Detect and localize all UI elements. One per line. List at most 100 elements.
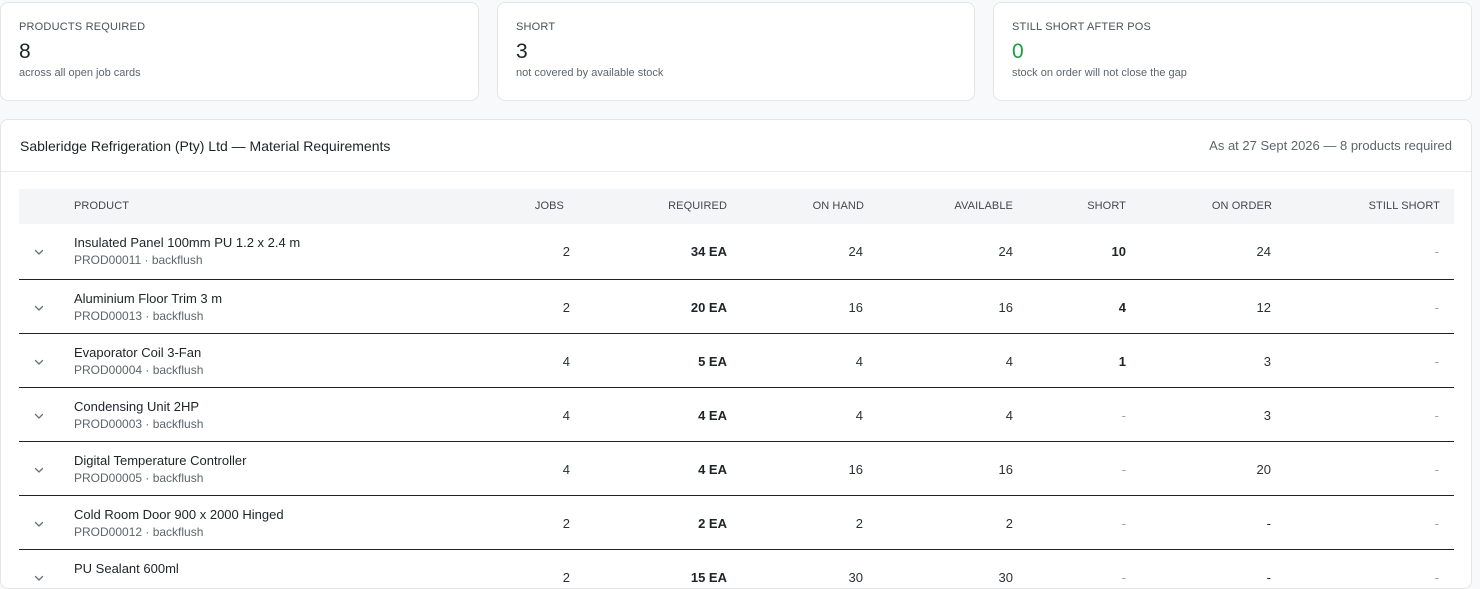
table-body: Insulated Panel 100mm PU 1.2 x 2.4 m PRO… [19,224,1454,588]
product-name[interactable]: Insulated Panel 100mm PU 1.2 x 2.4 m [74,235,300,250]
table-row[interactable]: Evaporator Coil 3-Fan PROD00004 · backfl… [19,334,1454,388]
on-hand-cell: 16 [848,462,863,477]
product-code: PROD00013 · backflush [74,309,204,323]
available-cell: 30 [998,570,1013,585]
stat-card-still-short-after-pos: STILL SHORT AFTER POS 0 stock on order w… [993,2,1472,101]
column-header-available[interactable]: AVAILABLE [919,200,1013,212]
still-short-cell: - [1434,300,1439,315]
panel-meta: As at 27 Sept 2026 — 8 products required [1209,138,1452,153]
jobs-cell: 2 [562,244,570,259]
product-code: PROD00011 · backflush [74,253,203,267]
product-name[interactable]: Aluminium Floor Trim 3 m [74,291,222,306]
chevron-down-icon[interactable] [33,356,45,368]
chevron-down-icon[interactable] [33,572,45,584]
still-short-cell: - [1434,354,1439,369]
available-cell: 16 [998,300,1013,315]
table-row[interactable]: Aluminium Floor Trim 3 m PROD00013 · bac… [19,280,1454,334]
available-cell: 24 [998,244,1013,259]
product-code: PROD00004 · backflush [74,363,204,377]
summary-stats: PRODUCTS REQUIRED 8 across all open job … [0,2,1472,101]
column-header-short[interactable]: SHORT [1059,200,1126,212]
on-hand-cell: 2 [855,516,863,531]
jobs-cell: 2 [562,516,570,531]
column-header-still-short[interactable]: STILL SHORT [1319,200,1440,212]
product-name[interactable]: Condensing Unit 2HP [74,399,199,414]
column-header-required[interactable]: REQUIRED [639,200,727,212]
stat-label: PRODUCTS REQUIRED [19,21,146,33]
still-short-cell: - [1434,408,1439,423]
still-short-cell: - [1434,244,1439,259]
stat-subtext: not covered by available stock [516,67,664,79]
table-row[interactable]: Digital Temperature Controller PROD00005… [19,442,1454,496]
stat-label: STILL SHORT AFTER POS [1012,21,1152,33]
on-hand-cell: 16 [848,300,863,315]
still-short-cell: - [1434,570,1439,585]
product-name[interactable]: Digital Temperature Controller [74,453,246,468]
column-header-product[interactable]: PRODUCT [74,200,129,212]
short-cell: 4 [1118,300,1126,315]
jobs-cell: 4 [562,408,570,423]
product-name[interactable]: PU Sealant 600ml [74,561,179,576]
stat-value: 8 [19,40,31,63]
on-order-cell: 3 [1263,354,1271,369]
chevron-down-icon[interactable] [33,302,45,314]
required-cell: 5 EA [698,354,727,369]
product-code: PROD00012 · backflush [74,525,204,539]
column-header-jobs[interactable]: JOBS [519,200,564,212]
on-order-cell: - [1266,570,1271,585]
stat-label: SHORT [516,21,556,33]
on-hand-cell: 4 [855,354,863,369]
available-cell: 4 [1005,354,1013,369]
still-short-cell: - [1434,462,1439,477]
table-row[interactable]: PU Sealant 600ml 2 15 EA 30 30 - - - [19,550,1454,588]
on-order-cell: 20 [1256,462,1271,477]
product-code: PROD00005 · backflush [74,471,204,485]
short-cell: - [1121,570,1126,585]
jobs-cell: 4 [562,354,570,369]
panel-title: Sableridge Refrigeration (Pty) Ltd — Mat… [20,137,391,154]
available-cell: 2 [1005,516,1013,531]
table-row[interactable]: Cold Room Door 900 x 2000 Hinged PROD000… [19,496,1454,550]
chevron-down-icon[interactable] [33,246,45,258]
chevron-down-icon[interactable] [33,410,45,422]
on-hand-cell: 4 [855,408,863,423]
stat-card-products-required: PRODUCTS REQUIRED 8 across all open job … [0,2,479,101]
short-cell: 10 [1111,244,1126,259]
stat-card-short: SHORT 3 not covered by available stock [497,2,975,101]
column-header-on-order[interactable]: ON ORDER [1179,200,1272,212]
short-cell: - [1121,462,1126,477]
still-short-cell: - [1434,516,1439,531]
product-name[interactable]: Cold Room Door 900 x 2000 Hinged [74,507,284,522]
on-hand-cell: 30 [848,570,863,585]
jobs-cell: 2 [562,570,570,585]
required-cell: 4 EA [698,462,727,477]
on-order-cell: 3 [1263,408,1271,423]
chevron-down-icon[interactable] [33,518,45,530]
on-order-cell: 12 [1256,300,1271,315]
short-cell: - [1121,516,1126,531]
available-cell: 16 [998,462,1013,477]
panel-header: Sableridge Refrigeration (Pty) Ltd — Mat… [1,120,1471,172]
required-cell: 34 EA [690,244,727,259]
stat-value: 0 [1012,40,1024,63]
table-row[interactable]: Condensing Unit 2HP PROD00003 · backflus… [19,388,1454,442]
on-hand-cell: 24 [848,244,863,259]
product-code: PROD00003 · backflush [74,417,204,431]
table-row[interactable]: Insulated Panel 100mm PU 1.2 x 2.4 m PRO… [19,224,1454,280]
required-cell: 20 EA [690,300,727,315]
short-cell: 1 [1118,354,1126,369]
material-requirements-panel: Sableridge Refrigeration (Pty) Ltd — Mat… [0,119,1472,589]
chevron-down-icon[interactable] [33,464,45,476]
requirements-table: PRODUCT JOBS REQUIRED ON HAND AVAILABLE … [19,189,1454,588]
column-header-on-hand[interactable]: ON HAND [779,200,864,212]
required-cell: 4 EA [698,408,727,423]
stat-subtext: stock on order will not close the gap [1012,67,1187,79]
jobs-cell: 2 [562,300,570,315]
jobs-cell: 4 [562,462,570,477]
short-cell: - [1121,408,1126,423]
on-order-cell: 24 [1256,244,1271,259]
table-header: PRODUCT JOBS REQUIRED ON HAND AVAILABLE … [19,189,1454,224]
on-order-cell: - [1266,516,1271,531]
product-name[interactable]: Evaporator Coil 3-Fan [74,345,201,360]
stat-value: 3 [516,40,528,63]
